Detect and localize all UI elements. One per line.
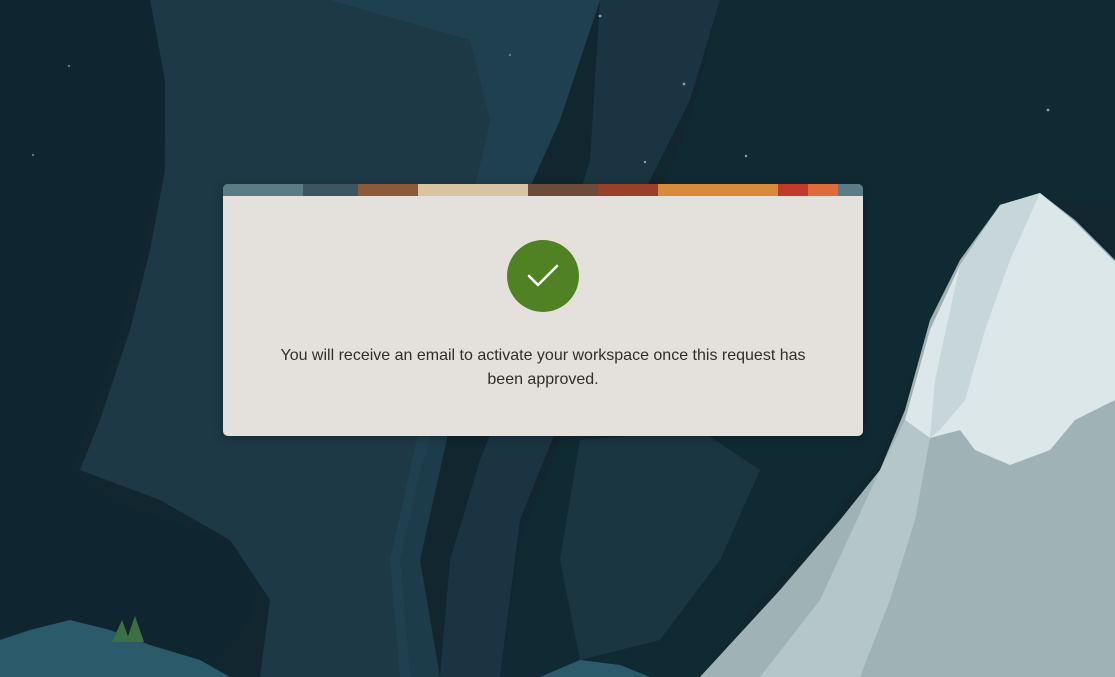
card-header-banner: [223, 184, 863, 196]
confirmation-card: You will receive an email to activate yo…: [223, 184, 863, 436]
confirmation-message: You will receive an email to activate yo…: [280, 347, 806, 388]
success-checkmark-icon: [507, 240, 579, 312]
